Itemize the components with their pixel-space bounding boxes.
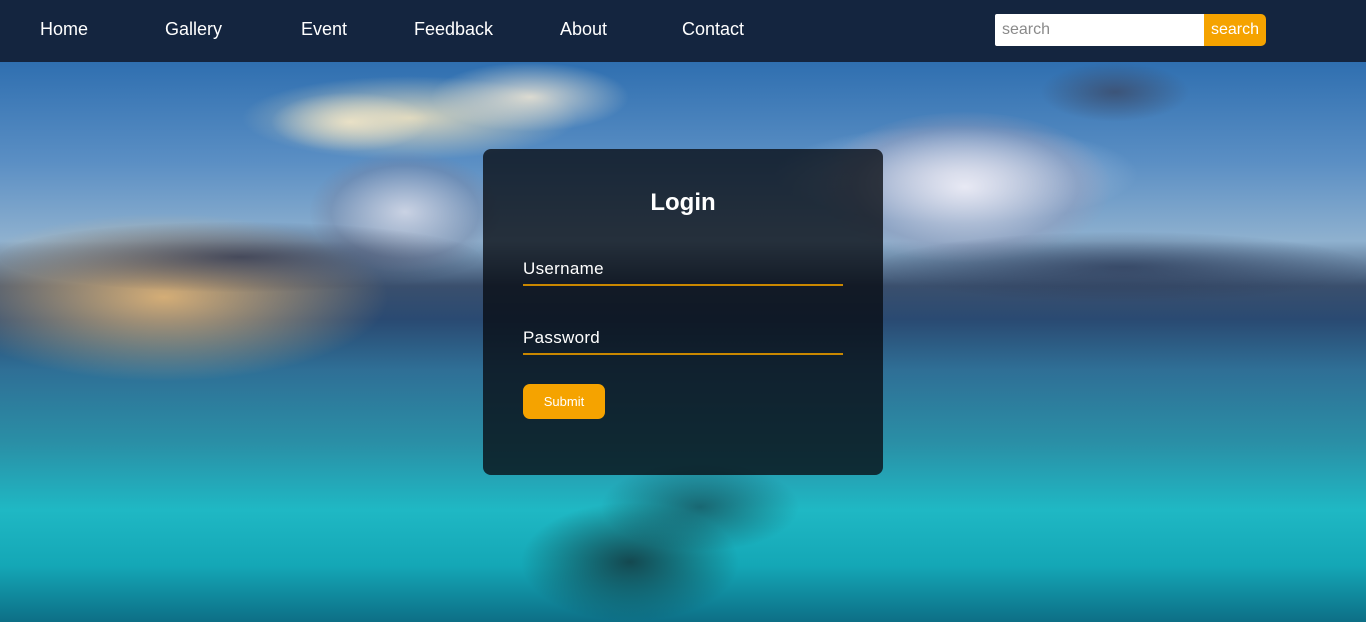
nav-event-link[interactable]: Event bbox=[301, 18, 347, 40]
cloud-shape bbox=[600, 462, 800, 552]
cloud-shape bbox=[430, 62, 630, 132]
login-title: Login bbox=[650, 189, 716, 216]
cloud-shape bbox=[0, 222, 480, 292]
search-button[interactable]: search bbox=[1204, 14, 1266, 46]
navbar: Home Gallery Event Feedback About Contac… bbox=[0, 0, 1366, 62]
search-input[interactable] bbox=[995, 14, 1205, 46]
login-card: Login Submit bbox=[483, 149, 883, 475]
cloud-shape bbox=[1040, 62, 1190, 122]
nav-about-link[interactable]: About bbox=[560, 18, 607, 40]
cloud-shape bbox=[880, 232, 1366, 302]
password-field[interactable] bbox=[523, 323, 843, 355]
nav-contact-link[interactable]: Contact bbox=[682, 18, 744, 40]
nav-feedback-link[interactable]: Feedback bbox=[414, 18, 493, 40]
nav-home-link[interactable]: Home bbox=[40, 18, 88, 40]
nav-gallery-link[interactable]: Gallery bbox=[165, 18, 222, 40]
username-field[interactable] bbox=[523, 254, 843, 286]
submit-button[interactable]: Submit bbox=[523, 384, 605, 419]
cloud-shape bbox=[270, 92, 430, 152]
